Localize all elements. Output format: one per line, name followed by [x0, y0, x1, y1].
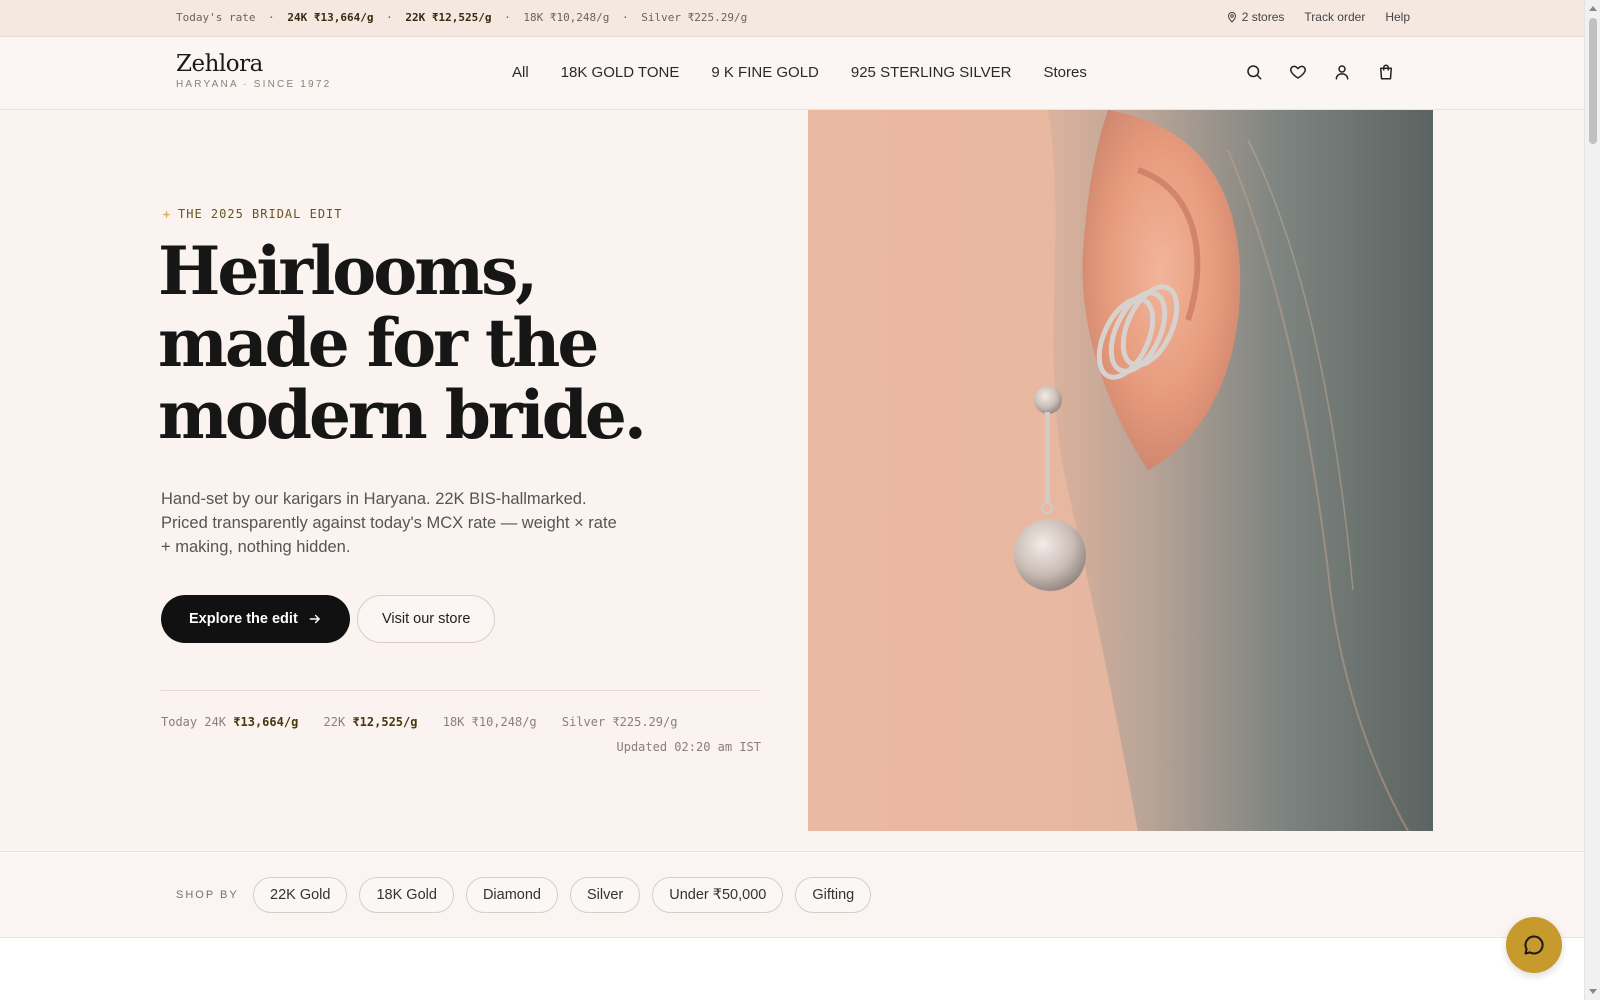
hero-rate-22k-label: 22K: [323, 715, 346, 729]
map-pin-icon: [1227, 12, 1236, 23]
sparkle-icon: [161, 209, 172, 219]
chip-18k-gold[interactable]: 18K Gold: [359, 877, 454, 913]
chip-diamond[interactable]: Diamond: [465, 877, 558, 913]
scrollbar-thumb[interactable]: [1589, 18, 1597, 144]
hero-headline: Heirlooms, made for the modern bride.: [158, 232, 647, 454]
hero-divider: [161, 690, 761, 691]
nav-item-9k-fine-gold[interactable]: 9 K FINE GOLD: [711, 64, 819, 81]
hero-rate-18k: 18K ₹10,248/g: [442, 715, 537, 729]
rate-24k-value: ₹13,664/g: [313, 11, 374, 24]
nav-item-stores[interactable]: Stores: [1044, 64, 1087, 81]
page-scrollbar[interactable]: [1584, 0, 1600, 1000]
explore-edit-button[interactable]: Explore the edit: [161, 595, 350, 643]
bag-icon[interactable]: [1376, 62, 1396, 82]
rates-updated-time: Updated 02:20 am IST: [616, 740, 762, 754]
chip-22k-gold[interactable]: 22K Gold: [253, 877, 348, 913]
chip-under-50000[interactable]: Under ₹50,000: [652, 877, 784, 913]
hero-rate-22k-value: ₹12,525/g: [352, 715, 418, 729]
hero-rate-24k-label: Today 24K: [161, 715, 227, 729]
hero-eyebrow: THE 2025 BRIDAL EDIT: [161, 207, 343, 221]
chip-gifting[interactable]: Gifting: [795, 877, 872, 913]
shop-by-bar: SHOP BY 22K Gold 18K Gold Diamond Silver…: [0, 853, 1584, 938]
main-nav: All 18K GOLD TONE 9 K FINE GOLD 925 STER…: [512, 64, 1087, 81]
rate-24k-label: 24K: [287, 11, 308, 24]
hero-rates: Today 24K ₹13,664/g 22K ₹12,525/g 18K ₹1…: [161, 715, 677, 729]
nav-item-18k-gold-tone[interactable]: 18K GOLD TONE: [561, 64, 680, 81]
chat-button[interactable]: [1506, 917, 1562, 973]
rate-silver: Silver ₹225.29/g: [641, 11, 748, 24]
nav-item-all[interactable]: All: [512, 64, 529, 81]
hero-image-earring: [808, 110, 1433, 831]
chip-silver[interactable]: Silver: [569, 877, 641, 913]
hero-section: THE 2025 BRIDAL EDIT Heirlooms, made for…: [0, 110, 1584, 852]
header-actions: [1244, 62, 1396, 82]
stores-link[interactable]: 2 stores: [1226, 10, 1284, 24]
search-icon[interactable]: [1244, 62, 1264, 82]
utility-links: 2 stores Track order Help: [1226, 10, 1410, 24]
help-link[interactable]: Help: [1385, 10, 1410, 24]
brand-name: Zehlora: [176, 51, 263, 77]
hero-description: Hand-set by our karigars in Haryana. 22K…: [161, 490, 617, 556]
heart-icon[interactable]: [1288, 62, 1308, 82]
chat-bubble-icon: [1524, 935, 1544, 955]
user-icon[interactable]: [1332, 62, 1352, 82]
rate-ticker: Today's rate · 24K ₹13,664/g · 22K ₹12,5…: [176, 11, 748, 24]
hero-rate-silver: Silver ₹225.29/g: [561, 715, 678, 729]
rate-bar: Today's rate · 24K ₹13,664/g · 22K ₹12,5…: [0, 0, 1584, 37]
visit-store-button[interactable]: Visit our store: [357, 595, 496, 643]
scroll-up-arrow[interactable]: [1589, 6, 1597, 11]
arrow-right-icon: [309, 614, 320, 624]
rate-22k-value: ₹12,525/g: [431, 11, 492, 24]
shop-by-chips: 22K Gold 18K Gold Diamond Silver Under ₹…: [253, 877, 872, 913]
page-continuation: [0, 938, 1584, 1000]
rate-label: Today's rate: [176, 11, 256, 24]
shop-by-label: SHOP BY: [176, 889, 239, 901]
brand-logo[interactable]: Zehlora HARYANA · SINCE 1972: [176, 51, 331, 90]
site-header: Zehlora HARYANA · SINCE 1972 All 18K GOL…: [0, 37, 1584, 110]
scroll-down-arrow[interactable]: [1589, 989, 1597, 994]
nav-item-925-sterling-silver[interactable]: 925 STERLING SILVER: [851, 64, 1012, 81]
hero-rate-24k-value: ₹13,664/g: [233, 715, 299, 729]
rate-18k: 18K ₹10,248/g: [523, 11, 610, 24]
brand-tagline: HARYANA · SINCE 1972: [176, 79, 332, 90]
track-order-link[interactable]: Track order: [1304, 10, 1365, 24]
rate-22k-label: 22K: [405, 11, 426, 24]
